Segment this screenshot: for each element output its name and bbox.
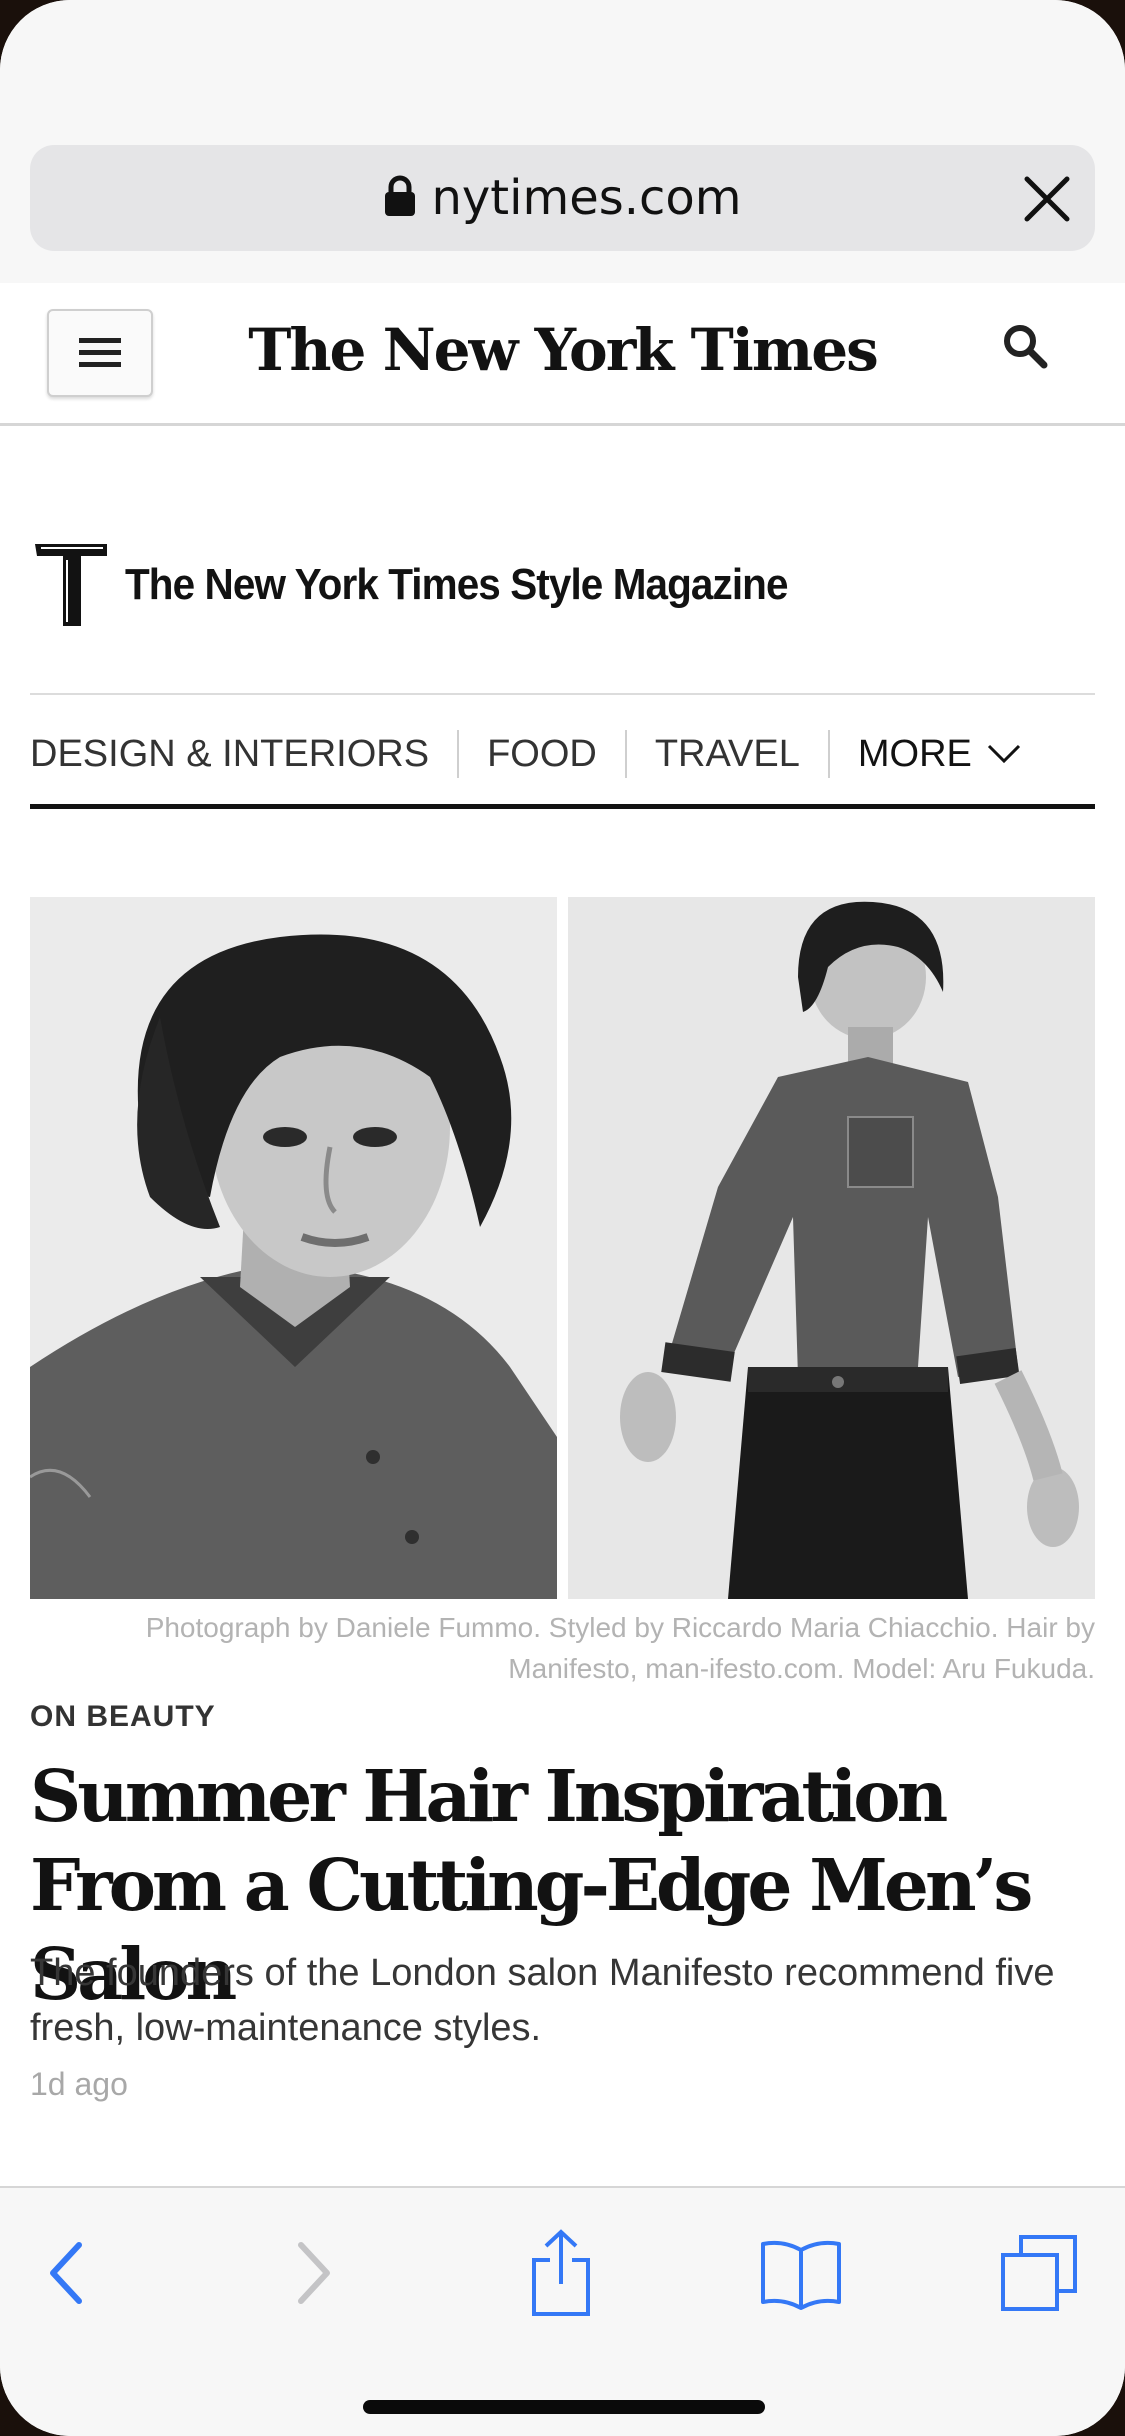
tabs-icon <box>1001 2235 1077 2311</box>
share-icon <box>532 2229 590 2316</box>
safari-top-bar: nytimes.com <box>0 0 1125 285</box>
t-magazine-logo-icon <box>35 544 107 626</box>
site-header: The New York Times <box>0 283 1125 426</box>
address-bar[interactable]: nytimes.com <box>30 145 1095 251</box>
section-nav: DESIGN & INTERIORS FOOD TRAVEL MORE <box>30 726 1022 782</box>
nav-item-design-interiors[interactable]: DESIGN & INTERIORS <box>30 733 429 776</box>
share-button[interactable] <box>516 2228 606 2318</box>
standing-model-illustration <box>568 897 1095 1599</box>
forward-icon <box>298 2242 330 2304</box>
nav-separator <box>457 730 460 778</box>
article-photo-portrait[interactable] <box>30 897 557 1599</box>
divider <box>30 693 1095 695</box>
back-button[interactable] <box>20 2228 110 2318</box>
photo-caption: Photograph by Daniele Fummo. Styled by R… <box>145 1612 1095 1684</box>
home-indicator[interactable] <box>363 2400 765 2414</box>
nav-more-label: MORE <box>857 732 972 775</box>
tmag-title: The New York Times Style Magazine <box>125 560 788 609</box>
bookmarks-button[interactable] <box>756 2228 846 2318</box>
article-timestamp: 1d ago <box>30 2066 128 2102</box>
chevron-down-icon <box>987 744 1020 764</box>
forward-button[interactable] <box>270 2228 360 2318</box>
article-summary[interactable]: The founders of the London salon Manifes… <box>30 1946 1100 2056</box>
url-text: nytimes.com <box>431 170 742 226</box>
nav-more-button[interactable]: MORE <box>858 733 1022 776</box>
nyt-logo[interactable]: The New York Times <box>240 305 885 395</box>
safari-toolbar <box>0 2186 1125 2436</box>
search-icon[interactable] <box>1000 321 1050 371</box>
nav-item-travel[interactable]: TRAVEL <box>655 733 800 776</box>
nav-underline <box>30 804 1095 809</box>
tmag-branding[interactable]: The New York Times Style Magazine <box>33 540 845 630</box>
nav-item-food[interactable]: FOOD <box>487 733 597 776</box>
back-icon <box>50 2242 82 2304</box>
screen: nytimes.com The New York Times The New Y… <box>0 0 1125 2436</box>
article-photo-full-body[interactable] <box>568 897 1095 1599</box>
nav-separator <box>624 730 627 778</box>
lock-icon <box>385 175 416 216</box>
url-display: nytimes.com <box>30 145 1095 251</box>
hamburger-icon <box>79 338 121 367</box>
close-icon[interactable] <box>1021 173 1073 225</box>
bookmarks-icon <box>761 2240 841 2310</box>
menu-button[interactable] <box>47 309 153 397</box>
tabs-button[interactable] <box>994 2228 1084 2318</box>
portrait-illustration <box>30 897 557 1599</box>
article-kicker[interactable]: ON BEAUTY <box>30 1700 216 1734</box>
nav-separator <box>827 730 830 778</box>
